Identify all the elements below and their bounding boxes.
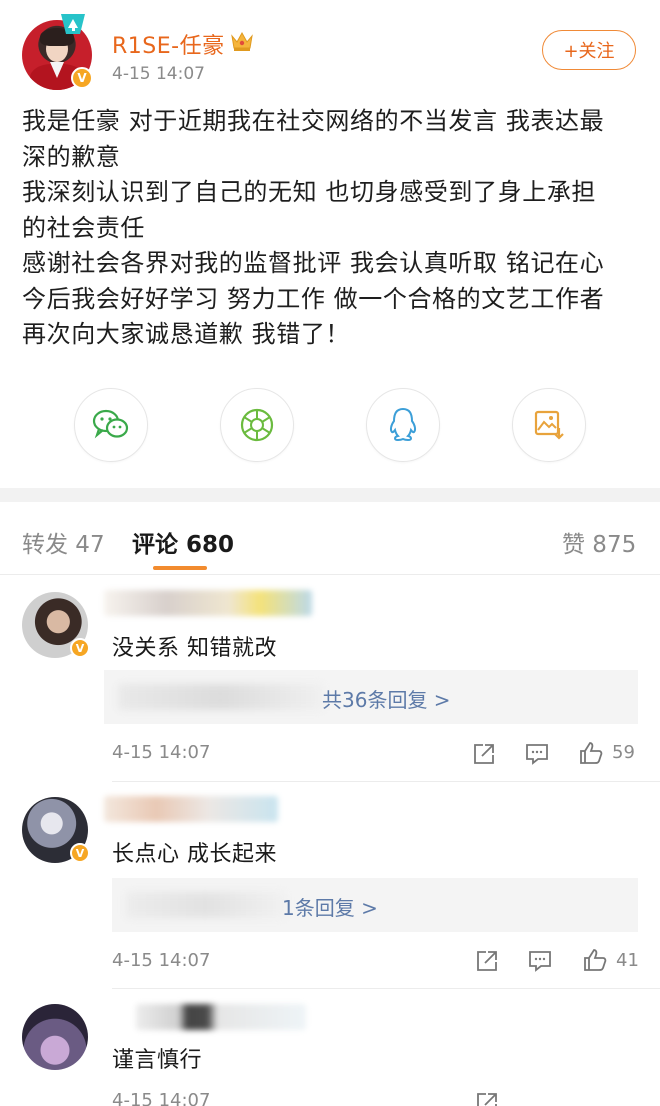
post-line: 我深刻认识到了自己的无知 也切身感受到了身上承担 <box>22 178 597 206</box>
commenter-name-redacted <box>104 796 278 822</box>
comment-icon[interactable] <box>527 948 553 974</box>
comment-text: 谨言慎行 <box>112 1048 203 1073</box>
share-wechat-button[interactable] <box>74 388 148 462</box>
post-line: 的社会责任 <box>22 213 145 242</box>
view-replies-link[interactable]: 共36条回复 > <box>322 684 451 713</box>
verified-badge-icon: V <box>70 843 90 863</box>
tab-likes[interactable]: 赞 875 <box>562 525 636 559</box>
comment-timestamp: 4-15 14:07 <box>112 742 211 763</box>
tab-comments[interactable]: 评论 680 <box>132 525 234 559</box>
post-line: 再次向大家诚恳道歉 我错了！ <box>22 320 351 348</box>
like-count: 59 <box>612 742 635 763</box>
like-icon[interactable] <box>578 740 604 766</box>
comment-text: 没关系 知错就改 <box>112 636 277 661</box>
tab-repost[interactable]: 转发 47 <box>22 525 105 559</box>
reply-preview[interactable]: 1条回复 > <box>112 878 638 932</box>
comment-timestamp: 4-15 14:07 <box>112 1090 211 1106</box>
comment-divider <box>112 781 660 782</box>
comment-icon[interactable] <box>524 741 550 767</box>
comment-text: 长点心 成长起来 <box>112 842 277 867</box>
repost-icon[interactable] <box>471 741 497 767</box>
commenter-avatar[interactable] <box>22 1004 88 1070</box>
share-moments-button[interactable] <box>220 388 294 462</box>
post-line: 今后我会好好学习 努力工作 做一个合格的文艺工作者 <box>22 284 605 313</box>
comment-timestamp: 4-15 14:07 <box>112 950 211 971</box>
qq-icon <box>389 407 417 442</box>
save-image-icon <box>534 410 564 440</box>
post-line: 深的歉意 <box>22 142 121 171</box>
like-icon[interactable] <box>582 947 608 973</box>
post-body: 我是任豪 对于近期我在社交网络的不当发言 我表达最 深的歉意 我深刻认识到了自己… <box>22 104 642 353</box>
post-line: 我是任豪 对于近期我在社交网络的不当发言 我表达最 <box>22 107 605 135</box>
share-qq-button[interactable] <box>366 388 440 462</box>
poster-name[interactable]: R1SE-任豪 <box>112 28 225 60</box>
follow-button[interactable]: +关注 <box>542 30 636 70</box>
reply-preview-redacted <box>118 684 324 710</box>
tab-divider <box>0 574 660 575</box>
repost-icon[interactable] <box>474 1090 500 1106</box>
repost-icon[interactable] <box>474 948 500 974</box>
verified-badge-icon: V <box>70 638 90 658</box>
active-tab-indicator <box>153 566 207 570</box>
moments-icon <box>240 408 274 442</box>
verified-badge-icon: V <box>71 67 93 89</box>
like-count: 41 <box>616 950 639 971</box>
section-divider <box>0 488 660 502</box>
reply-preview-redacted <box>126 892 286 918</box>
post-line: 感谢社会各界对我的监督批评 我会认真听取 铭记在心 <box>22 249 605 277</box>
commenter-name-redacted <box>104 590 312 616</box>
crown-icon <box>231 31 253 51</box>
view-replies-link[interactable]: 1条回复 > <box>282 892 378 921</box>
wechat-icon <box>92 409 129 439</box>
save-image-button[interactable] <box>512 388 586 462</box>
commenter-name-redacted <box>136 1004 306 1030</box>
comment-divider <box>112 988 660 989</box>
reply-preview[interactable]: 共36条回复 > <box>104 670 638 724</box>
post-timestamp: 4-15 14:07 <box>112 64 205 84</box>
level-badge-icon <box>61 14 85 34</box>
